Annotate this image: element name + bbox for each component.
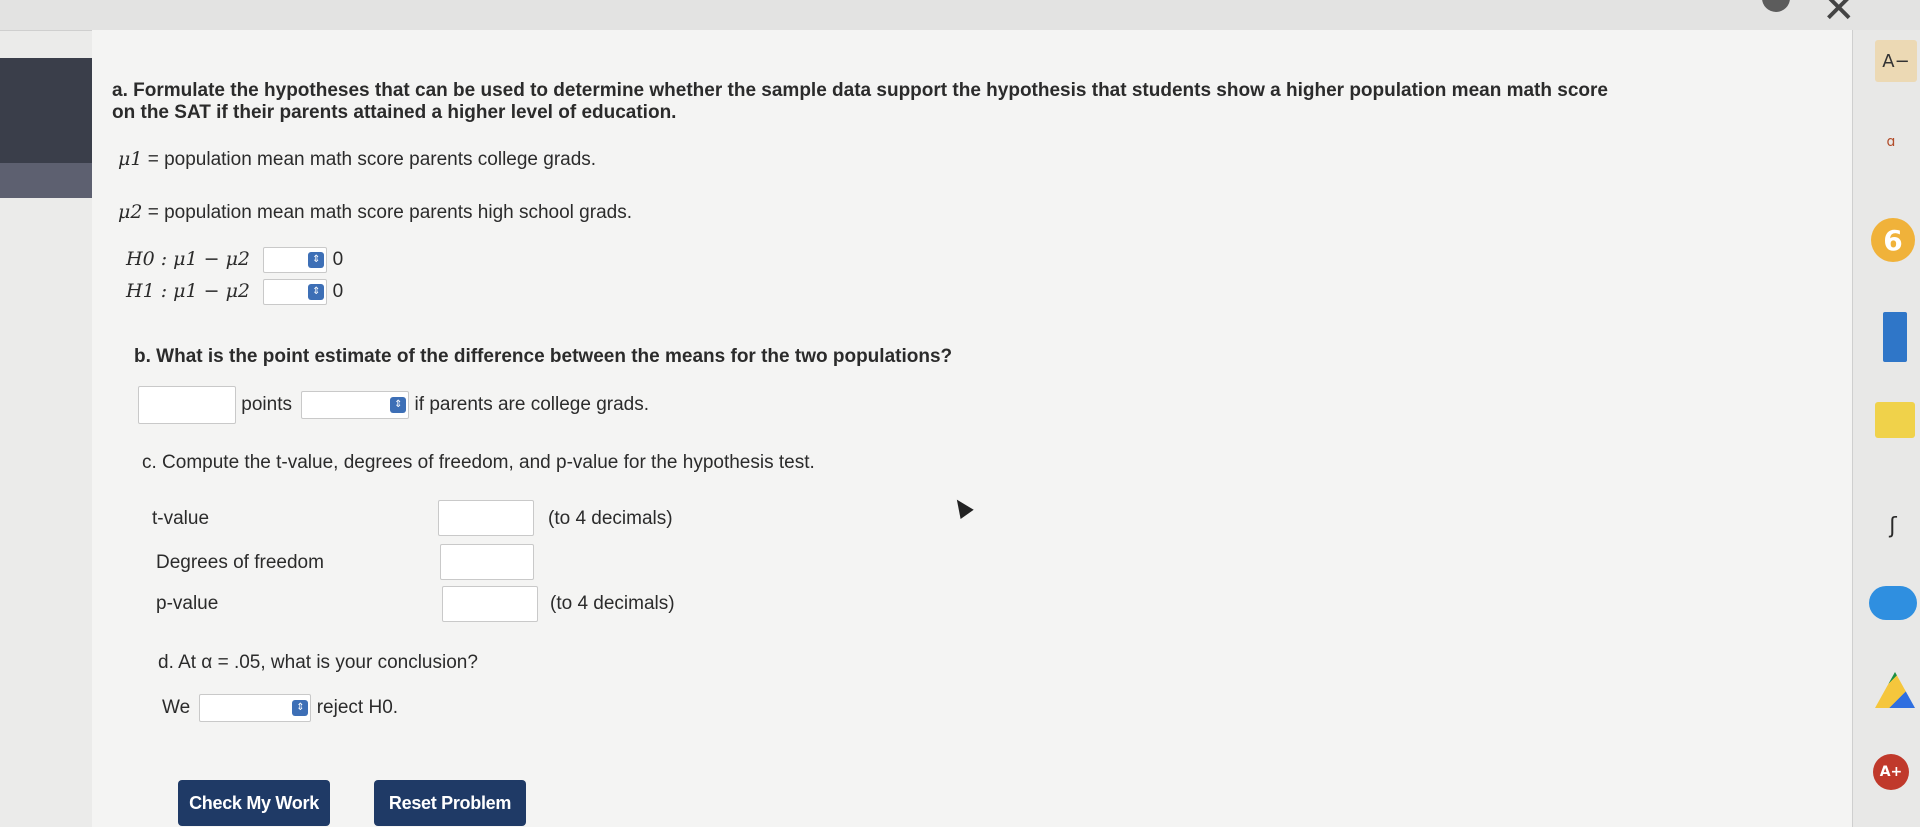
check-my-work-button[interactable]: Check My Work [178,780,330,826]
part-a-prompt-line2: on the SAT if their parents attained a h… [112,102,677,123]
select-arrows-icon: ⇕ [308,284,325,300]
part-b-suffix: if parents are college grads. [414,394,650,416]
mu1-symbol: μ1 [118,148,143,170]
reject-label: reject H0. [316,697,399,719]
mu2-text: = population mean math score parents hig… [147,202,632,223]
badge-label: 6 [1883,223,1903,257]
mu2-definition: μ2 = population mean math score parents … [118,201,632,224]
h0-operator-select[interactable]: ⇕ [263,247,328,273]
select-arrows-icon: ⇕ [292,700,309,716]
part-b-question: b. What is the point estimate of the dif… [134,346,953,367]
ocr-icon[interactable]: ɑ [1873,130,1909,154]
conclusion-select[interactable]: ⇕ [199,694,312,722]
df-input[interactable] [440,544,534,580]
h1-row: H1 : μ1 − μ2 ⇕ 0 [126,279,343,305]
right-dock: A− ɑ 6 ʃ A+ [1853,30,1920,827]
left-sidebar-band-lower [0,163,92,198]
select-arrows-icon: ⇕ [308,252,325,268]
bookmark-icon[interactable] [1883,312,1907,362]
select-arrows-icon: ⇕ [390,397,407,413]
mu2-symbol: μ2 [118,201,143,223]
highlighter-icon[interactable] [1875,402,1915,438]
drive-icon[interactable] [1875,672,1915,708]
part-c-question: c. Compute the t-value, degrees of freed… [142,452,815,473]
app-plus-icon[interactable]: A+ [1873,754,1909,790]
close-icon[interactable]: ✕ [1822,0,1856,32]
p-value-label: p-value [156,593,219,614]
h1-label: H1 : μ1 − μ2 [126,280,251,303]
t-value-note: (to 4 decimals) [548,508,673,529]
df-label: Degrees of freedom [156,552,324,573]
point-estimate-input[interactable] [138,386,236,424]
problem-panel: a. Formulate the hypotheses that can be … [92,30,1853,827]
part-d-answer-row: We ⇕ reject H0. [162,694,398,722]
toolbar-round-button[interactable] [1762,0,1790,12]
t-value-label: t-value [152,508,210,529]
part-b-answer-row: points ⇕ if parents are college grads. [138,386,649,424]
mu1-definition: μ1 = population mean math score parents … [118,148,596,171]
text-size-button[interactable]: A− [1875,40,1917,82]
p-value-input[interactable] [442,586,538,622]
part-a-prompt-line1: a. Formulate the hypotheses that can be … [112,80,1608,101]
which-group-select[interactable]: ⇕ [301,391,410,419]
text-size-label: A− [1882,50,1910,72]
cloud-icon[interactable] [1869,586,1917,620]
we-label: We [162,697,191,719]
p-value-note: (to 4 decimals) [550,593,675,614]
left-sidebar-band [0,58,92,163]
badge-icon[interactable]: 6 [1871,218,1915,262]
part-d-question: d. At α = .05, what is your conclusion? [158,652,478,673]
h0-row: H0 : μ1 − μ2 ⇕ 0 [126,247,343,273]
points-label: points [241,394,292,416]
h1-value: 0 [332,281,344,303]
reset-problem-button[interactable]: Reset Problem [374,780,526,826]
voice-icon[interactable]: ʃ [1873,510,1913,542]
mu1-text: = population mean math score parents col… [147,149,597,170]
browser-top-bar: ✕ [0,0,1920,32]
h0-value: 0 [332,249,344,271]
h1-operator-select[interactable]: ⇕ [263,279,328,305]
t-value-input[interactable] [438,500,534,536]
h0-label: H0 : μ1 − μ2 [126,248,251,271]
